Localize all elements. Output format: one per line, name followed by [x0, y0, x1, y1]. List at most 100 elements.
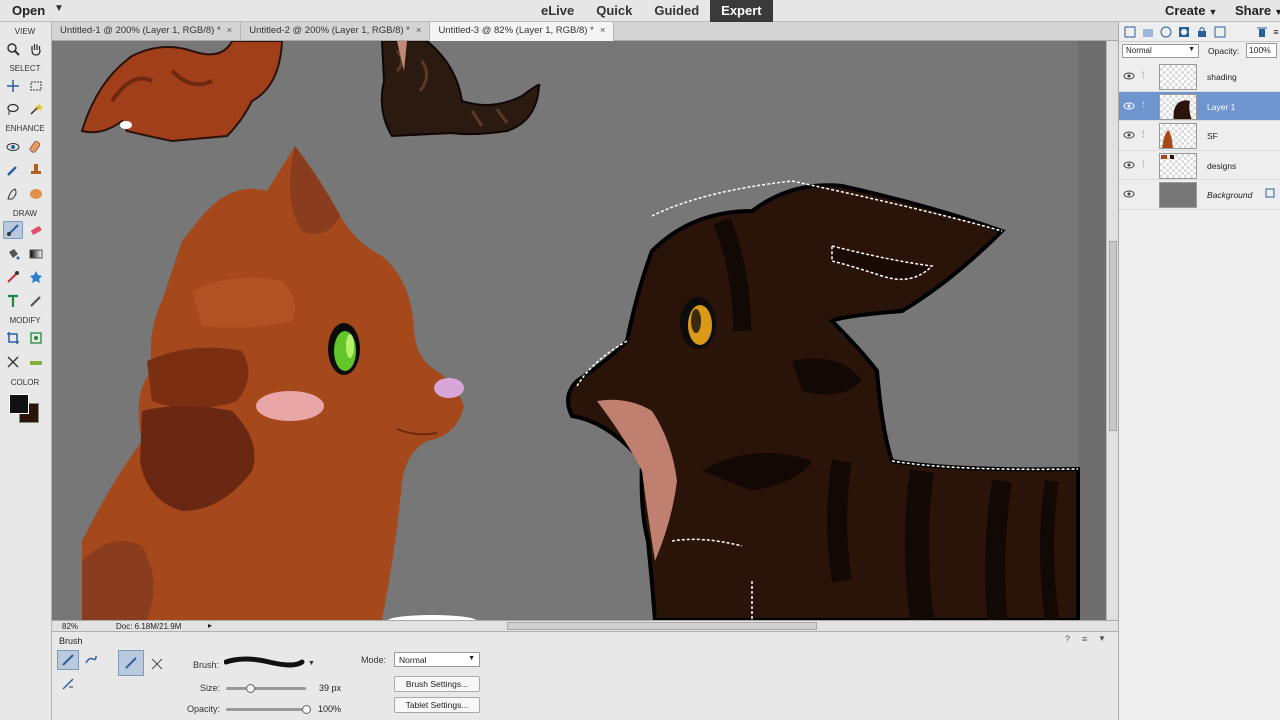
size-slider-knob[interactable] [245, 684, 255, 693]
layer-opacity-label: Opacity: [1208, 46, 1240, 56]
panel-menu-icon[interactable]: ≡ [1269, 25, 1280, 39]
red-eye-tool-icon[interactable] [3, 138, 23, 156]
link-icon[interactable]: ⁞ [1142, 159, 1145, 169]
opacity-slider-knob[interactable] [301, 705, 311, 714]
paint-bucket-icon[interactable] [3, 245, 23, 263]
options-menu-icon[interactable]: ≡ [1082, 634, 1087, 644]
blend-mode-select[interactable]: Normal ▼ [1122, 44, 1199, 58]
artwork[interactable] [52, 41, 1118, 620]
brush-settings-button[interactable]: Brush Settings... [394, 676, 480, 692]
layer-row[interactable]: ⁞ SF [1119, 121, 1280, 151]
help-icon[interactable]: ? [1065, 634, 1070, 644]
close-icon[interactable]: × [227, 25, 233, 36]
link-icon[interactable]: ⁞ [1142, 129, 1145, 139]
eye-icon[interactable] [1123, 159, 1135, 171]
layers-toolbar: ≡ [1119, 22, 1280, 42]
layer-list: ⁞ shading ⁞ Layer 1 ⁞ SF ⁞ designs Backg… [1119, 62, 1280, 210]
airbrush-icon[interactable] [146, 654, 168, 674]
color-replacement-icon[interactable] [57, 674, 79, 694]
eye-icon[interactable] [1123, 129, 1135, 141]
mode-elive[interactable]: eLive [530, 0, 585, 22]
create-button[interactable]: Create ▼ [1165, 3, 1217, 18]
hand-tool-icon[interactable] [26, 40, 46, 58]
smart-brush-icon[interactable] [3, 161, 23, 179]
move-tool-icon[interactable] [3, 77, 23, 95]
adjustment-layer-icon[interactable] [1159, 25, 1173, 39]
mode-expert[interactable]: Expert [710, 0, 773, 22]
size-label: Size: [200, 683, 221, 693]
doc-tab[interactable]: Untitled-1 @ 200% (Layer 1, RGB/8) * × [52, 22, 242, 41]
horizontal-scrollbar[interactable] [507, 622, 817, 630]
size-slider[interactable] [226, 687, 306, 690]
layer-row[interactable]: ⁞ designs [1119, 151, 1280, 181]
toolbox: VIEW SELECT ENHANCE DRAW MODIFY COLOR [0, 22, 52, 720]
new-group-icon[interactable] [1141, 25, 1155, 39]
layer-name: SF [1207, 131, 1218, 142]
magic-wand-icon[interactable] [26, 100, 46, 118]
zoom-readout[interactable]: 82% [62, 622, 78, 631]
scroll-thumb[interactable] [1109, 241, 1117, 431]
brush-preset-icon[interactable] [118, 650, 144, 676]
eraser-tool-icon[interactable] [26, 221, 46, 239]
section-color: COLOR [10, 378, 40, 387]
zoom-tool-icon[interactable] [3, 40, 23, 58]
close-icon[interactable]: × [600, 25, 606, 36]
vertical-scrollbar[interactable] [1106, 41, 1118, 620]
delete-layer-icon[interactable] [1255, 25, 1269, 39]
recompose-tool-icon[interactable] [26, 329, 46, 347]
open-dropdown-icon[interactable]: ▼ [54, 3, 64, 14]
doc-tab[interactable]: Untitled-2 @ 200% (Layer 1, RGB/8) * × [241, 22, 431, 41]
lock-icon[interactable] [1265, 188, 1275, 201]
custom-shape-icon[interactable] [26, 268, 46, 286]
canvas[interactable] [52, 41, 1118, 620]
svg-text:▼: ▼ [308, 660, 314, 667]
doc-size-readout: Doc: 6.18M/21.9M [116, 622, 182, 631]
brush-mode-icon[interactable] [57, 650, 79, 670]
opacity-label: Opacity: [187, 704, 221, 714]
eye-icon[interactable] [1123, 100, 1135, 112]
lasso-tool-icon[interactable] [3, 100, 23, 118]
mode-select[interactable]: Normal ▼ [394, 652, 480, 667]
impressionist-brush-icon[interactable] [80, 650, 102, 670]
layer-mask-icon[interactable] [1177, 25, 1191, 39]
close-icon[interactable]: × [416, 25, 422, 36]
mode-guided[interactable]: Guided [643, 0, 710, 22]
content-aware-move-icon[interactable] [3, 353, 23, 371]
type-tool-icon[interactable] [3, 292, 23, 310]
eye-icon[interactable] [1123, 188, 1135, 200]
layer-row-selected[interactable]: ⁞ Layer 1 [1119, 91, 1280, 122]
layer-row[interactable]: Background [1119, 180, 1280, 210]
section-select: SELECT [9, 64, 41, 73]
layer-row[interactable]: ⁞ shading [1119, 62, 1280, 92]
layer-opacity-input[interactable]: 100% [1246, 43, 1277, 58]
lock-all-icon[interactable] [1195, 25, 1209, 39]
tool-options-title: Brush [59, 636, 83, 646]
marquee-tool-icon[interactable] [26, 77, 46, 95]
brush-stroke-preview[interactable]: ▼ [223, 654, 315, 670]
straighten-tool-icon[interactable] [26, 353, 46, 371]
brush-tool-icon[interactable] [3, 221, 23, 239]
new-layer-icon[interactable] [1123, 25, 1137, 39]
lock-transparent-icon[interactable] [1213, 25, 1227, 39]
spot-healing-icon[interactable] [26, 138, 46, 156]
eyedropper-icon[interactable] [3, 268, 23, 286]
collapse-icon[interactable]: ▼ [1098, 634, 1106, 643]
sponge-tool-icon[interactable] [26, 185, 46, 203]
eye-icon[interactable] [1123, 70, 1135, 82]
doc-tab-active[interactable]: Untitled-3 @ 82% (Layer 1, RGB/8) * × [430, 22, 615, 41]
link-icon[interactable]: ⁞ [1142, 100, 1145, 110]
mode-quick[interactable]: Quick [585, 0, 643, 22]
foreground-color-swatch[interactable] [9, 394, 29, 414]
crop-tool-icon[interactable] [3, 329, 23, 347]
link-icon[interactable]: ⁞ [1142, 70, 1145, 80]
pencil-tool-icon[interactable] [26, 292, 46, 310]
blur-tool-icon[interactable] [3, 185, 23, 203]
tablet-settings-button[interactable]: Tablet Settings... [394, 697, 480, 713]
open-button[interactable]: Open [12, 3, 45, 18]
status-menu-icon[interactable]: ▸ [208, 621, 212, 630]
gradient-tool-icon[interactable] [26, 245, 46, 263]
clone-stamp-icon[interactable] [26, 161, 46, 179]
layer-name: designs [1207, 160, 1237, 171]
opacity-slider[interactable] [226, 708, 306, 711]
share-button[interactable]: Share ▼ [1235, 3, 1280, 18]
